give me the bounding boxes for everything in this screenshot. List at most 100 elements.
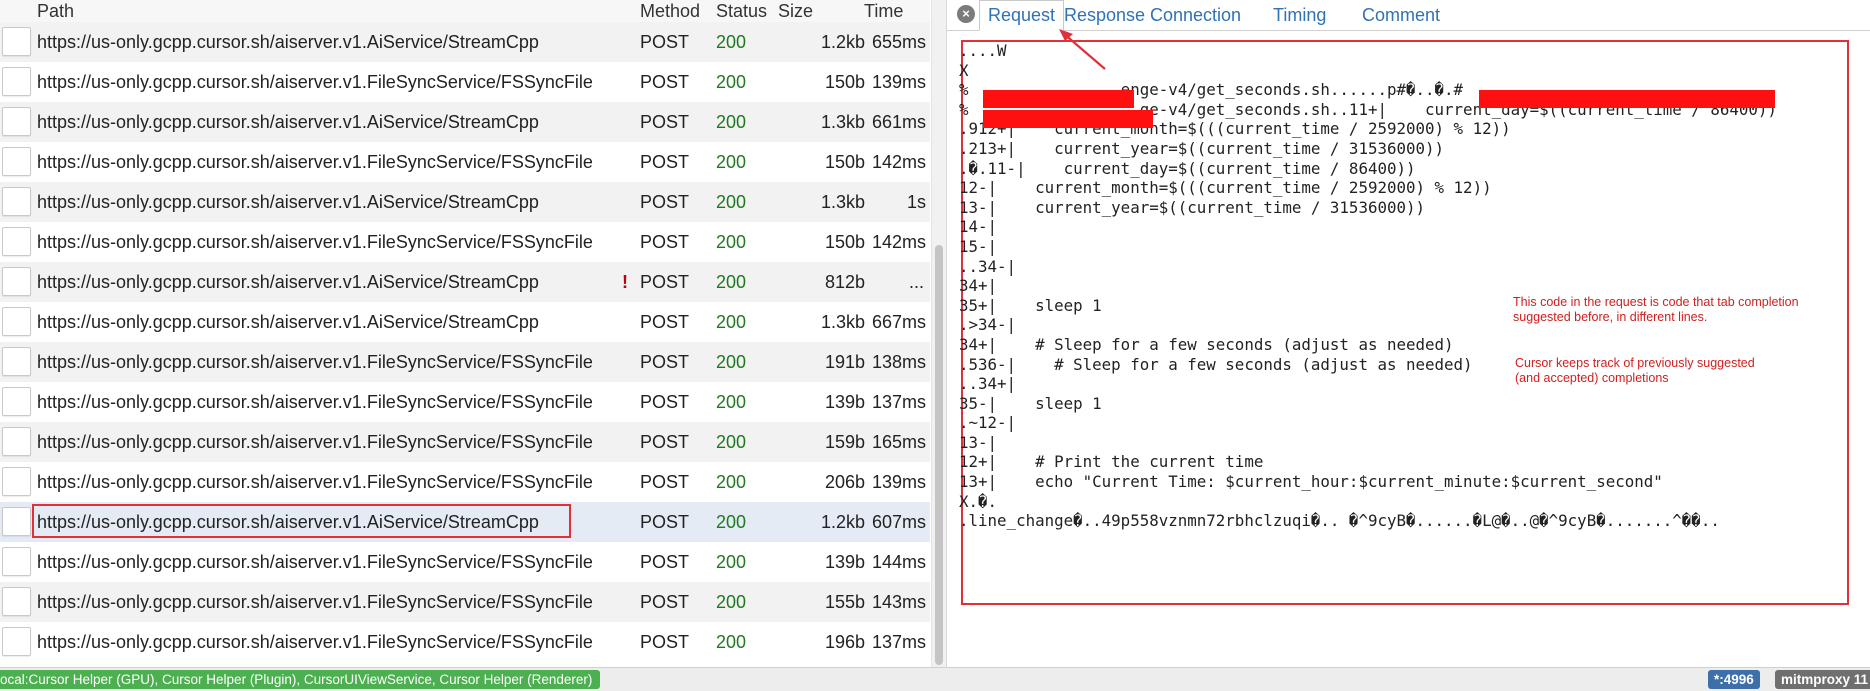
flow-time: 139ms — [871, 72, 926, 92]
flow-path: https://us-only.gcpp.cursor.sh/aiserver.… — [37, 552, 593, 572]
flow-method: POST — [640, 632, 690, 652]
request-content-line: 13+| echo "Current Time: $current_hour:$… — [959, 472, 1663, 492]
flow-path: https://us-only.gcpp.cursor.sh/aiserver.… — [37, 112, 539, 132]
flow-path: https://us-only.gcpp.cursor.sh/aiserver.… — [37, 472, 593, 492]
flow-path: https://us-only.gcpp.cursor.sh/aiserver.… — [37, 632, 593, 652]
flow-time: 137ms — [871, 632, 926, 652]
flow-row[interactable]: https://us-only.gcpp.cursor.sh/aiserver.… — [0, 182, 930, 222]
flow-row[interactable]: https://us-only.gcpp.cursor.sh/aiserver.… — [0, 262, 930, 302]
flow-row[interactable]: https://us-only.gcpp.cursor.sh/aiserver.… — [0, 582, 930, 622]
flow-type-icon — [2, 227, 31, 256]
intercept-filter-badge: ocal:Cursor Helper (GPU), Cursor Helper … — [0, 670, 601, 689]
flow-row[interactable]: https://us-only.gcpp.cursor.sh/aiserver.… — [0, 382, 930, 422]
request-content-line: 15-| — [959, 236, 998, 256]
flow-row[interactable]: https://us-only.gcpp.cursor.sh/aiserver.… — [0, 142, 930, 182]
flow-type-icon — [2, 67, 31, 96]
flow-detail-pane: × Request Response Connection Timing Com… — [946, 0, 1870, 667]
request-content-line: 13-| — [959, 432, 998, 452]
app-version-badge: mitmproxy 11 — [1775, 670, 1870, 689]
flow-type-icon — [2, 507, 31, 536]
scrollbar-thumb[interactable] — [935, 245, 943, 665]
listen-port-badge: *:4996 — [1708, 670, 1760, 689]
selected-flow-highlight — [32, 504, 571, 538]
flow-path: https://us-only.gcpp.cursor.sh/aiserver.… — [37, 232, 593, 252]
request-content-line: X.�. — [959, 491, 998, 511]
flow-status: 200 — [716, 152, 747, 172]
flow-type-icon — [2, 27, 31, 56]
flow-type-icon — [2, 147, 31, 176]
flow-type-icon — [2, 347, 31, 376]
flow-type-icon — [2, 547, 31, 576]
flow-time: 143ms — [871, 592, 926, 612]
flow-row[interactable]: https://us-only.gcpp.cursor.sh/aiserver.… — [0, 102, 930, 142]
request-content-line: 34+| — [959, 276, 998, 296]
flow-status: 200 — [716, 192, 747, 212]
flow-row[interactable]: https://us-only.gcpp.cursor.sh/aiserver.… — [0, 22, 930, 62]
annotation-note-2: Cursor keeps track of previously suggest… — [1515, 356, 1755, 385]
column-header-path[interactable]: Path — [37, 0, 74, 22]
flow-type-icon — [2, 267, 31, 296]
flow-time: ... — [908, 272, 924, 292]
flow-row[interactable]: https://us-only.gcpp.cursor.sh/aiserver.… — [0, 542, 930, 582]
request-content-line: 12+| # Print the current time — [959, 452, 1264, 472]
flow-status: 200 — [716, 352, 747, 372]
flow-size: 191b — [824, 352, 865, 372]
flow-size: 139b — [824, 392, 865, 412]
flow-time: 661ms — [871, 112, 926, 132]
flow-method: POST — [640, 392, 690, 412]
flow-path: https://us-only.gcpp.cursor.sh/aiserver.… — [37, 392, 593, 412]
flow-time: 1s — [906, 192, 926, 212]
flow-path: https://us-only.gcpp.cursor.sh/aiserver.… — [37, 352, 593, 372]
flow-type-icon — [2, 587, 31, 616]
flow-time: 139ms — [871, 472, 926, 492]
request-content-line: 14-| — [959, 217, 998, 237]
flow-size: 150b — [824, 232, 865, 252]
flow-size: 1.3kb — [820, 312, 865, 332]
request-content-line: .213+| current_year=$((current_time / 31… — [959, 138, 1445, 158]
flow-size: 196b — [824, 632, 865, 652]
flow-type-icon — [2, 627, 31, 656]
flow-status: 200 — [716, 512, 747, 532]
flow-size: 155b — [824, 592, 865, 612]
flow-row[interactable]: https://us-only.gcpp.cursor.sh/aiserver.… — [0, 222, 930, 262]
flow-size: 150b — [824, 152, 865, 172]
column-header-method[interactable]: Method — [640, 0, 700, 22]
flow-method: POST — [640, 352, 690, 372]
request-content-line: 34+| # Sleep for a few seconds (adjust a… — [959, 334, 1454, 354]
flow-list-header: Path Method Status Size Time — [0, 0, 930, 23]
request-content-line: 12-| current_month=$(((current_time / 25… — [959, 178, 1492, 198]
flow-row[interactable]: https://us-only.gcpp.cursor.sh/aiserver.… — [0, 622, 930, 662]
column-header-time[interactable]: Time — [864, 0, 903, 22]
flow-time: 165ms — [871, 432, 926, 452]
status-bar: ocal:Cursor Helper (GPU), Cursor Helper … — [0, 667, 1870, 691]
flow-path: https://us-only.gcpp.cursor.sh/aiserver.… — [37, 592, 593, 612]
flow-row[interactable]: https://us-only.gcpp.cursor.sh/aiserver.… — [0, 422, 930, 462]
flow-path: https://us-only.gcpp.cursor.sh/aiserver.… — [37, 272, 539, 292]
flow-row[interactable]: https://us-only.gcpp.cursor.sh/aiserver.… — [0, 342, 930, 382]
flow-method: POST — [640, 152, 690, 172]
flow-type-icon — [2, 387, 31, 416]
flow-method: POST — [640, 512, 690, 532]
flow-time: 142ms — [871, 232, 926, 252]
flow-type-icon — [2, 467, 31, 496]
column-header-size[interactable]: Size — [778, 0, 813, 22]
column-header-status[interactable]: Status — [716, 0, 767, 22]
flow-path: https://us-only.gcpp.cursor.sh/aiserver.… — [37, 32, 539, 52]
flow-path: https://us-only.gcpp.cursor.sh/aiserver.… — [37, 432, 593, 452]
flow-type-icon — [2, 427, 31, 456]
flow-row[interactable]: https://us-only.gcpp.cursor.sh/aiserver.… — [0, 502, 930, 542]
request-content-line: 13-| current_year=$((current_time / 3153… — [959, 197, 1426, 217]
flow-row[interactable]: https://us-only.gcpp.cursor.sh/aiserver.… — [0, 62, 930, 102]
flow-time: 142ms — [871, 152, 926, 172]
flow-time: 138ms — [871, 352, 926, 372]
flow-status: 200 — [716, 632, 747, 652]
flow-method: POST — [640, 552, 690, 572]
flow-size: 1.2kb — [820, 512, 865, 532]
flow-status: 200 — [716, 472, 747, 492]
flow-method: POST — [640, 72, 690, 92]
flow-row[interactable]: https://us-only.gcpp.cursor.sh/aiserver.… — [0, 302, 930, 342]
flow-size: 150b — [824, 72, 865, 92]
flow-time: 137ms — [871, 392, 926, 412]
flow-list-scrollbar[interactable] — [931, 0, 946, 667]
flow-row[interactable]: https://us-only.gcpp.cursor.sh/aiserver.… — [0, 462, 930, 502]
